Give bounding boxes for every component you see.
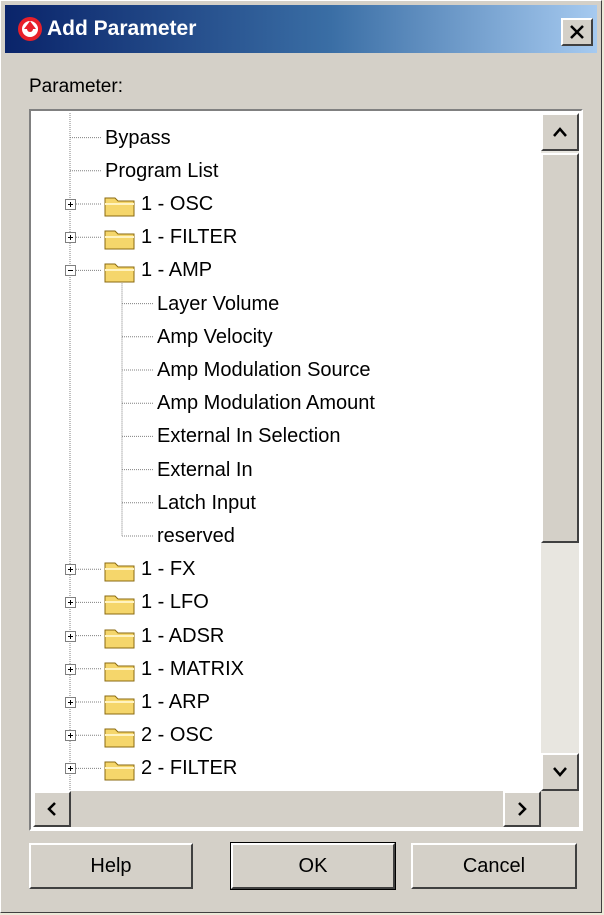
parameter-tree[interactable]: Bypass Program List 1 - OSC 1 - FILTER 1 - A… [33,113,541,791]
tree-item[interactable]: Program List [105,155,218,187]
scroll-up-button[interactable] [541,113,579,151]
cubase-logo-icon [18,17,42,41]
expand-icon[interactable] [65,763,76,775]
tree-folder[interactable]: 2 - OSC [141,719,213,751]
folder-icon [104,595,135,615]
add-parameter-dialog: Add Parameter Parameter: Bypass Program L… [0,0,602,913]
parameter-tree-frame: Bypass Program List 1 - OSC 1 - FILTER 1 - A… [29,109,583,831]
folder-icon [104,230,135,250]
folder-icon [104,761,135,781]
tree-folder[interactable]: 1 - MATRIX [141,653,244,685]
expand-icon[interactable] [65,232,76,244]
expand-icon[interactable] [65,697,76,708]
tree-item[interactable]: External In [157,454,253,486]
title-bar[interactable]: Add Parameter [5,5,597,53]
folder-icon [104,662,135,682]
tree-folder[interactable]: 1 - ADSR [141,620,224,652]
tree-folder[interactable]: 1 - FILTER [141,221,237,253]
tree-item[interactable]: Amp Modulation Source [157,354,370,386]
vertical-scrollbar[interactable] [541,113,579,791]
close-button[interactable] [561,18,593,46]
tree-folder[interactable]: 1 - LFO [141,586,209,618]
folder-icon [104,197,135,217]
arrow-down-icon [553,767,567,777]
tree-folder[interactable]: 1 - OSC [141,188,213,220]
scroll-down-button[interactable] [541,753,579,791]
tree-item[interactable]: Amp Velocity [157,321,273,353]
expand-icon[interactable] [65,199,76,210]
window-title: Add Parameter [47,17,197,40]
folder-icon [104,629,135,649]
arrow-right-icon [518,802,527,816]
scroll-thumb[interactable] [541,153,579,543]
arrow-up-icon [553,127,567,137]
expand-icon[interactable] [65,663,76,675]
ok-button[interactable]: OK [230,842,396,890]
folder-icon [104,695,135,715]
arrow-left-icon [47,802,56,816]
tree-item[interactable]: Bypass [105,122,171,154]
tree-folder[interactable]: 1 - AMP [141,254,212,286]
expand-icon[interactable] [65,564,76,576]
tree-item[interactable]: reserved [157,520,235,552]
close-icon [570,25,584,39]
tree-folder[interactable]: 2 - FILTER [141,752,237,784]
tree-item[interactable]: External In Selection [157,420,340,452]
expand-icon[interactable] [65,730,76,742]
tree-folder[interactable]: 1 - FX [141,553,195,585]
folder-icon [104,263,135,283]
scroll-left-button[interactable] [33,791,71,827]
horizontal-scrollbar[interactable] [33,791,541,827]
tree-folder[interactable]: 1 - ARP [141,686,210,718]
scrollbar-corner [541,791,579,827]
collapse-icon[interactable] [65,265,76,277]
tree-item[interactable]: Layer Volume [157,288,279,320]
folder-icon [104,562,135,582]
help-button[interactable]: Help [29,843,193,889]
tree-item[interactable]: Amp Modulation Amount [157,387,375,419]
parameter-label: Parameter: [29,76,123,97]
scroll-right-button[interactable] [503,791,541,827]
expand-icon[interactable] [65,630,76,642]
folder-icon [104,728,135,748]
cancel-button[interactable]: Cancel [411,843,577,889]
tree-item[interactable]: Latch Input [157,487,256,519]
expand-icon[interactable] [65,597,76,609]
